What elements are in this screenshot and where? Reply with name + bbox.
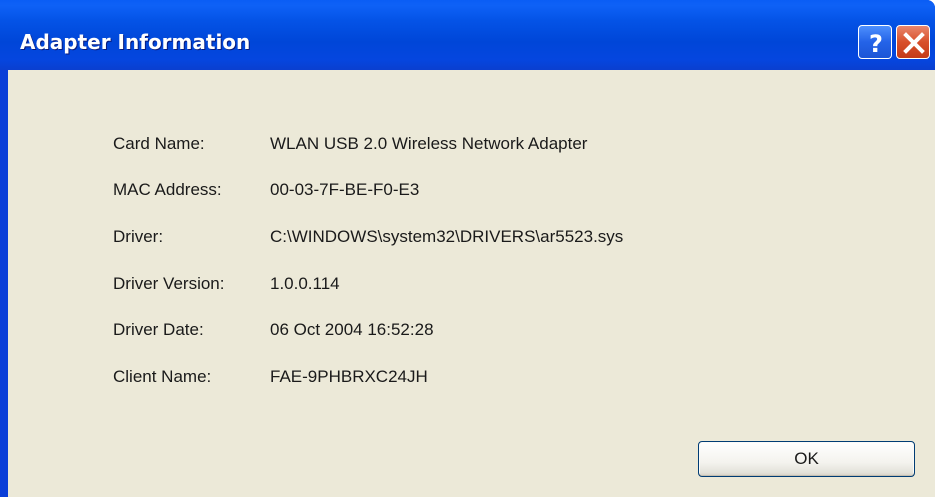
window-title: Adapter Information xyxy=(20,30,251,54)
driver-date-label: Driver Date: xyxy=(113,320,204,339)
ok-button[interactable]: OK xyxy=(698,441,915,477)
dialog-client-area: Card Name: WLAN USB 2.0 Wireless Network… xyxy=(8,70,935,497)
driver-date-value: 06 Oct 2004 16:52:28 xyxy=(270,320,434,339)
driver-version-value: 1.0.0.114 xyxy=(270,274,340,293)
close-button[interactable] xyxy=(896,25,930,59)
help-glyph: ? xyxy=(869,30,883,58)
mac-address-label: MAC Address: xyxy=(113,180,222,199)
help-button[interactable]: ? xyxy=(858,25,892,59)
driver-label: Driver: xyxy=(113,227,164,246)
close-x-icon xyxy=(903,32,925,54)
adapter-information-window: Adapter Information ? Card Name: WLAN US… xyxy=(0,0,935,497)
mac-address-value: 00-03-7F-BE-F0-E3 xyxy=(270,180,420,199)
title-bar[interactable]: Adapter Information ? xyxy=(0,0,935,70)
card-name-label: Card Name: xyxy=(113,134,205,153)
card-name-value: WLAN USB 2.0 Wireless Network Adapter xyxy=(270,134,588,153)
driver-value: C:\WINDOWS\system32\DRIVERS\ar5523.sys xyxy=(270,227,624,246)
help-icon: ? xyxy=(869,30,883,58)
client-name-value: FAE-9PHBRXC24JH xyxy=(270,367,428,386)
client-name-label: Client Name: xyxy=(113,367,212,386)
driver-version-label: Driver Version: xyxy=(113,274,225,293)
